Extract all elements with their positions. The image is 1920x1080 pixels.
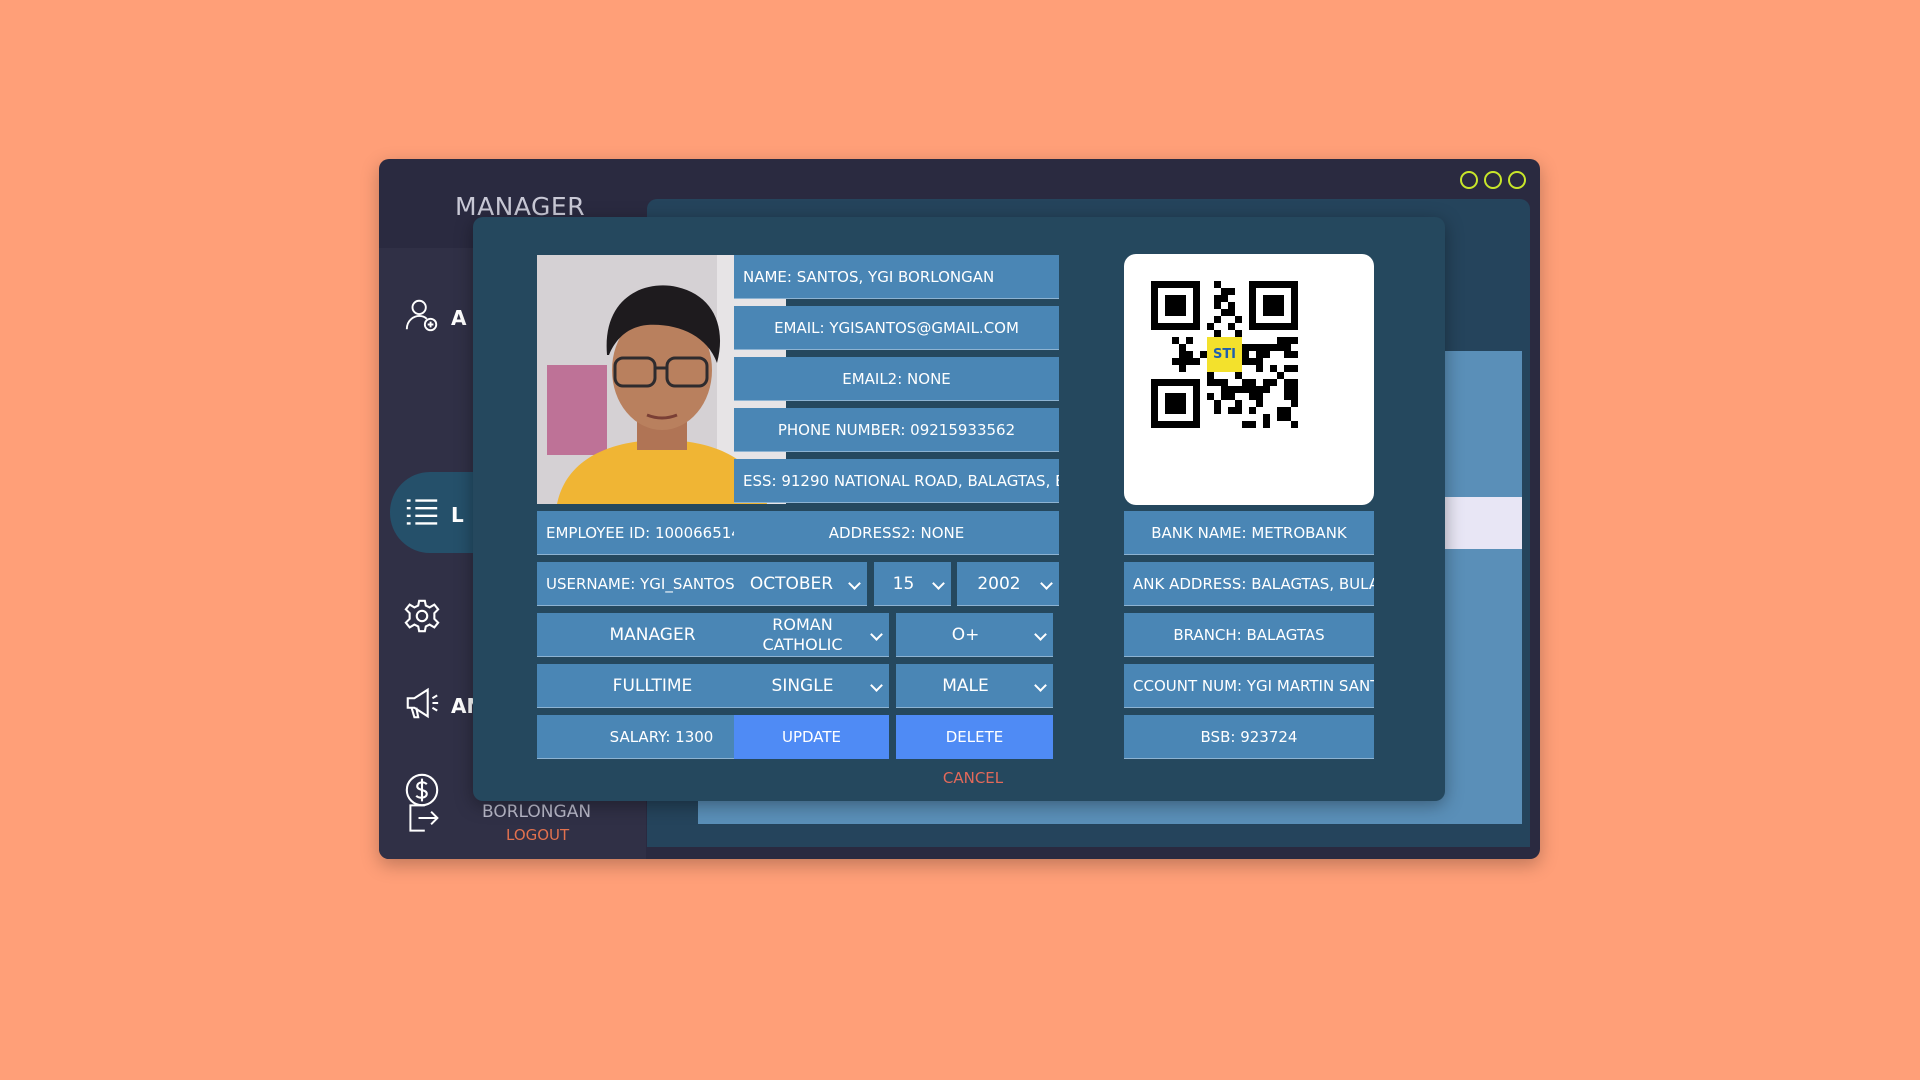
blood-type-select[interactable]: O+: [896, 613, 1053, 657]
sidebar-item-settings[interactable]: [403, 597, 441, 640]
edit-employee-modal: NAME: SANTOS, YGI BORLONGAN EMAIL: YGISA…: [473, 217, 1445, 801]
sidebar-item-label: A: [451, 305, 467, 330]
email-field[interactable]: EMAIL: YGISANTOS@GMAIL.COM: [734, 306, 1059, 350]
chevron-down-icon: [870, 679, 883, 692]
employment-type-value: FULLTIME: [612, 675, 693, 696]
birth-year-value: 2002: [977, 573, 1021, 594]
delete-button[interactable]: DELETE: [896, 715, 1053, 759]
logout-icon[interactable]: [405, 800, 441, 840]
civil-status-value: SINGLE: [771, 675, 834, 696]
add-user-icon: [403, 296, 441, 339]
email2-field[interactable]: EMAIL2: NONE: [734, 357, 1059, 401]
address2-field[interactable]: ADDRESS2: NONE: [734, 511, 1059, 555]
close-button[interactable]: [1508, 171, 1526, 189]
update-button[interactable]: UPDATE: [734, 715, 889, 759]
cancel-button[interactable]: CANCEL: [923, 769, 1023, 787]
chevron-down-icon: [870, 628, 883, 641]
chevron-down-icon: [1034, 628, 1047, 641]
background-table-row: [1439, 497, 1522, 549]
account-number-field[interactable]: CCOUNT NUM: YGI MARTIN SANTO: [1124, 664, 1374, 708]
blood-type-value: O+: [951, 624, 980, 645]
minimize-button[interactable]: [1460, 171, 1478, 189]
birth-month-select[interactable]: OCTOBER: [734, 562, 867, 606]
list-icon: [403, 493, 441, 536]
birth-month-value: OCTOBER: [749, 573, 834, 594]
position-value: MANAGER: [609, 624, 696, 645]
chevron-down-icon: [848, 577, 861, 590]
sidebar-item-announcements[interactable]: AN: [403, 684, 483, 727]
chevron-down-icon: [932, 577, 945, 590]
bsb-field[interactable]: BSB: 923724: [1124, 715, 1374, 759]
chevron-down-icon: [1040, 577, 1053, 590]
maximize-button[interactable]: [1484, 171, 1502, 189]
gear-icon: [403, 597, 441, 640]
bank-name-field[interactable]: BANK NAME: METROBANK: [1124, 511, 1374, 555]
religion-value: ROMAN CATHOLIC: [762, 614, 843, 654]
phone-field[interactable]: PHONE NUMBER: 09215933562: [734, 408, 1059, 452]
birth-day-select[interactable]: 15: [874, 562, 951, 606]
sidebar-item-list[interactable]: L: [403, 493, 464, 536]
branch-field[interactable]: BRANCH: BALAGTAS: [1124, 613, 1374, 657]
megaphone-icon: [403, 684, 441, 727]
qr-code: STI: [1124, 254, 1374, 505]
religion-select[interactable]: ROMAN CATHOLIC: [734, 613, 889, 657]
name-field[interactable]: NAME: SANTOS, YGI BORLONGAN: [734, 255, 1059, 299]
civil-status-select[interactable]: SINGLE: [734, 664, 889, 708]
sidebar-item-label: L: [451, 502, 464, 527]
window-controls: [1460, 171, 1526, 189]
bank-address-field[interactable]: ANK ADDRESS: BALAGTAS, BULACA: [1124, 562, 1374, 606]
gender-select[interactable]: MALE: [896, 664, 1053, 708]
gender-value: MALE: [942, 675, 989, 696]
birth-year-select[interactable]: 2002: [957, 562, 1059, 606]
chevron-down-icon: [1034, 679, 1047, 692]
address-field[interactable]: ESS: 91290 NATIONAL ROAD, BALAGTAS, BUL: [734, 459, 1059, 503]
user-name: BORLONGAN: [482, 802, 592, 822]
qr-logo-text: STI: [1213, 347, 1236, 362]
sidebar-item-add-user[interactable]: A: [403, 296, 466, 339]
birth-day-value: 15: [892, 573, 915, 594]
logout-link[interactable]: LOGOUT: [506, 826, 569, 844]
